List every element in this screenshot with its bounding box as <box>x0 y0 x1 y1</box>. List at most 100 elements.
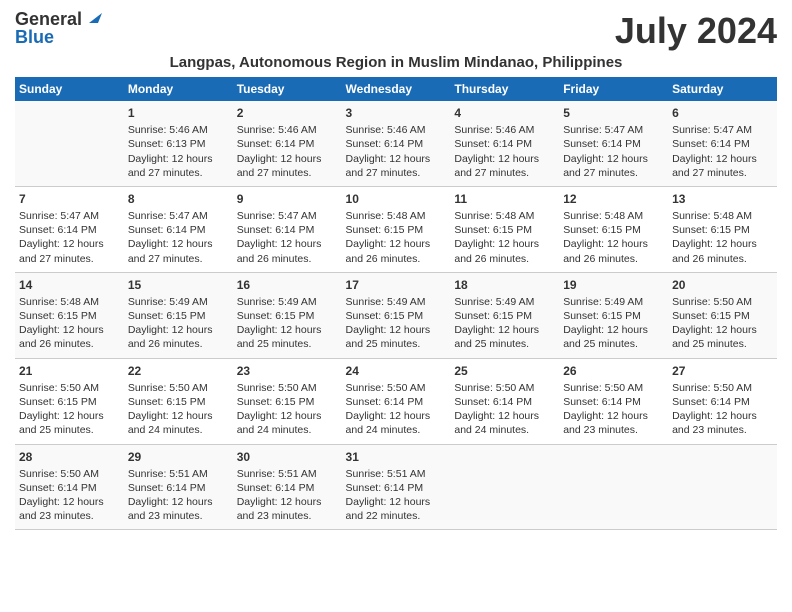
day-info: Sunrise: 5:49 AM Sunset: 6:15 PM Dayligh… <box>128 295 229 352</box>
calendar-cell: 29 Sunrise: 5:51 AM Sunset: 6:14 PM Dayli… <box>124 444 233 530</box>
calendar-cell: 1 Sunrise: 5:46 AM Sunset: 6:13 PM Daylig… <box>124 101 233 186</box>
calendar-cell: 21 Sunrise: 5:50 AM Sunset: 6:15 PM Dayli… <box>15 358 124 444</box>
day-info: Sunrise: 5:50 AM Sunset: 6:15 PM Dayligh… <box>672 295 773 352</box>
calendar-cell: 24 Sunrise: 5:50 AM Sunset: 6:14 PM Dayli… <box>342 358 451 444</box>
day-number: 9 <box>237 191 338 207</box>
calendar-cell: 19 Sunrise: 5:49 AM Sunset: 6:15 PM Dayli… <box>559 272 668 358</box>
day-info: Sunrise: 5:48 AM Sunset: 6:15 PM Dayligh… <box>346 209 447 266</box>
day-info: Sunrise: 5:48 AM Sunset: 6:15 PM Dayligh… <box>454 209 555 266</box>
day-number: 30 <box>237 449 338 465</box>
calendar-cell: 10Sunrise: 5:48 AM Sunset: 6:15 PM Dayli… <box>342 186 451 272</box>
calendar-cell: 31Sunrise: 5:51 AM Sunset: 6:14 PM Dayli… <box>342 444 451 530</box>
header-day-tuesday: Tuesday <box>233 77 342 101</box>
day-number: 8 <box>128 191 229 207</box>
day-info: Sunrise: 5:51 AM Sunset: 6:14 PM Dayligh… <box>128 467 229 524</box>
calendar-cell: 8 Sunrise: 5:47 AM Sunset: 6:14 PM Daylig… <box>124 186 233 272</box>
day-info: Sunrise: 5:51 AM Sunset: 6:14 PM Dayligh… <box>346 467 447 524</box>
calendar-cell: 11 Sunrise: 5:48 AM Sunset: 6:15 PM Dayli… <box>450 186 559 272</box>
calendar-cell <box>15 101 124 186</box>
day-number: 13 <box>672 191 773 207</box>
day-info: Sunrise: 5:48 AM Sunset: 6:15 PM Dayligh… <box>563 209 664 266</box>
day-info: Sunrise: 5:50 AM Sunset: 6:15 PM Dayligh… <box>237 381 338 438</box>
day-info: Sunrise: 5:50 AM Sunset: 6:14 PM Dayligh… <box>346 381 447 438</box>
calendar-cell: 12 Sunrise: 5:48 AM Sunset: 6:15 PM Dayli… <box>559 186 668 272</box>
day-number: 18 <box>454 277 555 293</box>
logo-general-text: General <box>15 10 82 28</box>
calendar-cell: 7 Sunrise: 5:47 AM Sunset: 6:14 PM Daylig… <box>15 186 124 272</box>
day-info: Sunrise: 5:50 AM Sunset: 6:14 PM Dayligh… <box>672 381 773 438</box>
day-info: Sunrise: 5:49 AM Sunset: 6:15 PM Dayligh… <box>563 295 664 352</box>
header-day-saturday: Saturday <box>668 77 777 101</box>
header-day-wednesday: Wednesday <box>342 77 451 101</box>
day-number: 3 <box>346 105 447 121</box>
day-number: 11 <box>454 191 555 207</box>
header-day-monday: Monday <box>124 77 233 101</box>
day-info: Sunrise: 5:50 AM Sunset: 6:14 PM Dayligh… <box>563 381 664 438</box>
calendar-cell: 6 Sunrise: 5:47 AM Sunset: 6:14 PM Daylig… <box>668 101 777 186</box>
day-info: Sunrise: 5:49 AM Sunset: 6:15 PM Dayligh… <box>454 295 555 352</box>
day-number: 4 <box>454 105 555 121</box>
day-number: 24 <box>346 363 447 379</box>
day-info: Sunrise: 5:46 AM Sunset: 6:14 PM Dayligh… <box>454 123 555 180</box>
day-number: 1 <box>128 105 229 121</box>
day-number: 6 <box>672 105 773 121</box>
calendar-cell: 20 Sunrise: 5:50 AM Sunset: 6:15 PM Dayli… <box>668 272 777 358</box>
calendar-cell: 9 Sunrise: 5:47 AM Sunset: 6:14 PM Daylig… <box>233 186 342 272</box>
day-info: Sunrise: 5:48 AM Sunset: 6:15 PM Dayligh… <box>19 295 120 352</box>
logo: General Blue <box>15 10 102 46</box>
calendar-cell: 28Sunrise: 5:50 AM Sunset: 6:14 PM Dayli… <box>15 444 124 530</box>
day-number: 7 <box>19 191 120 207</box>
day-number: 15 <box>128 277 229 293</box>
calendar-cell: 16 Sunrise: 5:49 AM Sunset: 6:15 PM Dayli… <box>233 272 342 358</box>
calendar-cell: 27 Sunrise: 5:50 AM Sunset: 6:14 PM Dayli… <box>668 358 777 444</box>
day-number: 2 <box>237 105 338 121</box>
day-number: 29 <box>128 449 229 465</box>
day-info: Sunrise: 5:47 AM Sunset: 6:14 PM Dayligh… <box>128 209 229 266</box>
day-info: Sunrise: 5:50 AM Sunset: 6:15 PM Dayligh… <box>19 381 120 438</box>
calendar-cell: 30 Sunrise: 5:51 AM Sunset: 6:14 PM Dayli… <box>233 444 342 530</box>
day-number: 14 <box>19 277 120 293</box>
day-info: Sunrise: 5:47 AM Sunset: 6:14 PM Dayligh… <box>563 123 664 180</box>
day-number: 16 <box>237 277 338 293</box>
calendar-cell: 4 Sunrise: 5:46 AM Sunset: 6:14 PM Daylig… <box>450 101 559 186</box>
calendar-week-row: 7 Sunrise: 5:47 AM Sunset: 6:14 PM Daylig… <box>15 186 777 272</box>
calendar-cell: 2Sunrise: 5:46 AM Sunset: 6:14 PM Daylig… <box>233 101 342 186</box>
calendar-table: SundayMondayTuesdayWednesdayThursdayFrid… <box>15 77 777 530</box>
day-number: 27 <box>672 363 773 379</box>
day-number: 25 <box>454 363 555 379</box>
day-number: 23 <box>237 363 338 379</box>
day-number: 19 <box>563 277 664 293</box>
calendar-cell <box>559 444 668 530</box>
location-title: Langpas, Autonomous Region in Muslim Min… <box>15 54 777 71</box>
calendar-cell: 25Sunrise: 5:50 AM Sunset: 6:14 PM Dayli… <box>450 358 559 444</box>
calendar-cell: 18 Sunrise: 5:49 AM Sunset: 6:15 PM Dayli… <box>450 272 559 358</box>
day-number: 22 <box>128 363 229 379</box>
calendar-cell: 5 Sunrise: 5:47 AM Sunset: 6:14 PM Daylig… <box>559 101 668 186</box>
day-number: 21 <box>19 363 120 379</box>
calendar-cell: 17Sunrise: 5:49 AM Sunset: 6:15 PM Dayli… <box>342 272 451 358</box>
calendar-week-row: 21 Sunrise: 5:50 AM Sunset: 6:15 PM Dayli… <box>15 358 777 444</box>
logo-bird-icon <box>84 9 102 27</box>
day-info: Sunrise: 5:48 AM Sunset: 6:15 PM Dayligh… <box>672 209 773 266</box>
calendar-cell <box>450 444 559 530</box>
header-day-friday: Friday <box>559 77 668 101</box>
logo-blue-text: Blue <box>15 28 54 46</box>
day-number: 12 <box>563 191 664 207</box>
calendar-cell: 15 Sunrise: 5:49 AM Sunset: 6:15 PM Dayli… <box>124 272 233 358</box>
header-day-thursday: Thursday <box>450 77 559 101</box>
day-number: 20 <box>672 277 773 293</box>
day-info: Sunrise: 5:46 AM Sunset: 6:14 PM Dayligh… <box>346 123 447 180</box>
page-header: General Blue July 2024 <box>15 10 777 52</box>
day-info: Sunrise: 5:47 AM Sunset: 6:14 PM Dayligh… <box>19 209 120 266</box>
calendar-cell: 14 Sunrise: 5:48 AM Sunset: 6:15 PM Dayli… <box>15 272 124 358</box>
calendar-week-row: 28Sunrise: 5:50 AM Sunset: 6:14 PM Dayli… <box>15 444 777 530</box>
day-info: Sunrise: 5:51 AM Sunset: 6:14 PM Dayligh… <box>237 467 338 524</box>
day-info: Sunrise: 5:47 AM Sunset: 6:14 PM Dayligh… <box>672 123 773 180</box>
day-info: Sunrise: 5:46 AM Sunset: 6:13 PM Dayligh… <box>128 123 229 180</box>
calendar-cell: 26Sunrise: 5:50 AM Sunset: 6:14 PM Dayli… <box>559 358 668 444</box>
day-number: 5 <box>563 105 664 121</box>
calendar-cell: 22Sunrise: 5:50 AM Sunset: 6:15 PM Dayli… <box>124 358 233 444</box>
day-info: Sunrise: 5:49 AM Sunset: 6:15 PM Dayligh… <box>237 295 338 352</box>
day-info: Sunrise: 5:49 AM Sunset: 6:15 PM Dayligh… <box>346 295 447 352</box>
day-info: Sunrise: 5:47 AM Sunset: 6:14 PM Dayligh… <box>237 209 338 266</box>
